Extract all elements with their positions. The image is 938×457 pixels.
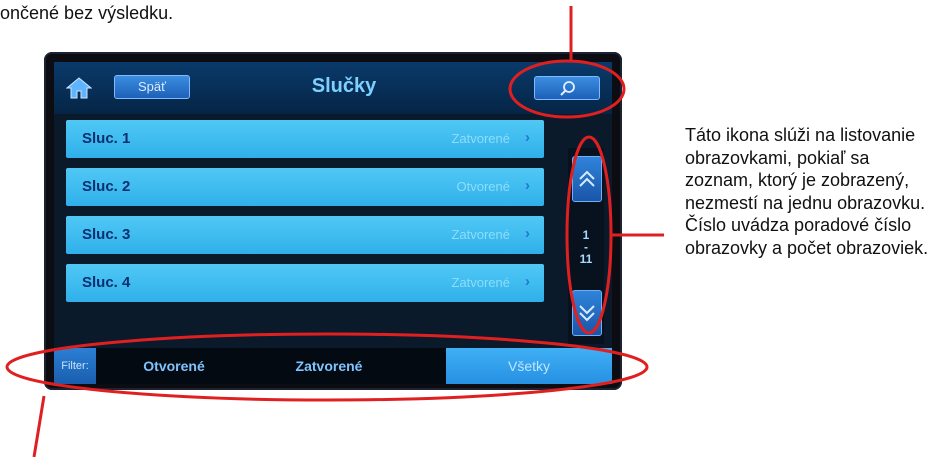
item-name: Sluc. 3 [82,226,131,243]
filter-option-closed[interactable]: Zatvorené [254,348,404,384]
loop-list: Sluc. 1 Zatvorené › Sluc. 2 Otvorené › S… [66,120,544,312]
chevron-right-icon: › [525,129,530,146]
chevron-right-icon: › [525,273,530,290]
item-status: Zatvorené [451,131,510,146]
double-chevron-up-icon [579,170,595,187]
item-name: Sluc. 2 [82,178,131,195]
annotation-side-text: Táto ikona slúži na listovanie obrazovka… [685,125,929,258]
item-name: Sluc. 4 [82,274,131,291]
page-title: Slučky [311,75,377,97]
search-button[interactable] [534,76,600,100]
list-item[interactable]: Sluc. 3 Zatvorené › [66,216,544,254]
back-button[interactable]: Späť [114,75,190,99]
chevron-right-icon: › [525,225,530,242]
item-status: Zatvorené [451,275,510,290]
item-status: Otvorené [456,179,510,194]
list-item[interactable]: Sluc. 1 Zatvorené › [66,120,544,158]
filter-bar: Filter: Otvorené Zatvorené Všetky [54,348,612,384]
home-icon[interactable] [65,76,93,100]
item-name: Sluc. 1 [82,130,131,147]
double-chevron-down-icon [579,305,595,322]
item-status: Zatvorené [451,227,510,242]
list-item[interactable]: Sluc. 4 Zatvorené › [66,264,544,302]
filter-label: Filter: [54,348,96,384]
page-scroller: 1 - 11 [568,148,604,344]
page-total: 11 [579,252,593,266]
filter-option-all[interactable]: Všetky [446,348,612,384]
search-icon [560,81,575,96]
page-down-button[interactable] [572,290,602,336]
chevron-right-icon: › [525,177,530,194]
annotation-top-text: ončené bez výsledku. [0,3,174,23]
filter-option-open[interactable]: Otvorené [104,348,244,384]
header-bar: Späť Slučky [54,62,612,114]
list-item[interactable]: Sluc. 2 Otvorené › [66,168,544,206]
page-up-button[interactable] [572,156,602,202]
touch-screen: Späť Slučky Sluc. 1 Zatvorené › Sluc. 2 … [54,62,612,384]
